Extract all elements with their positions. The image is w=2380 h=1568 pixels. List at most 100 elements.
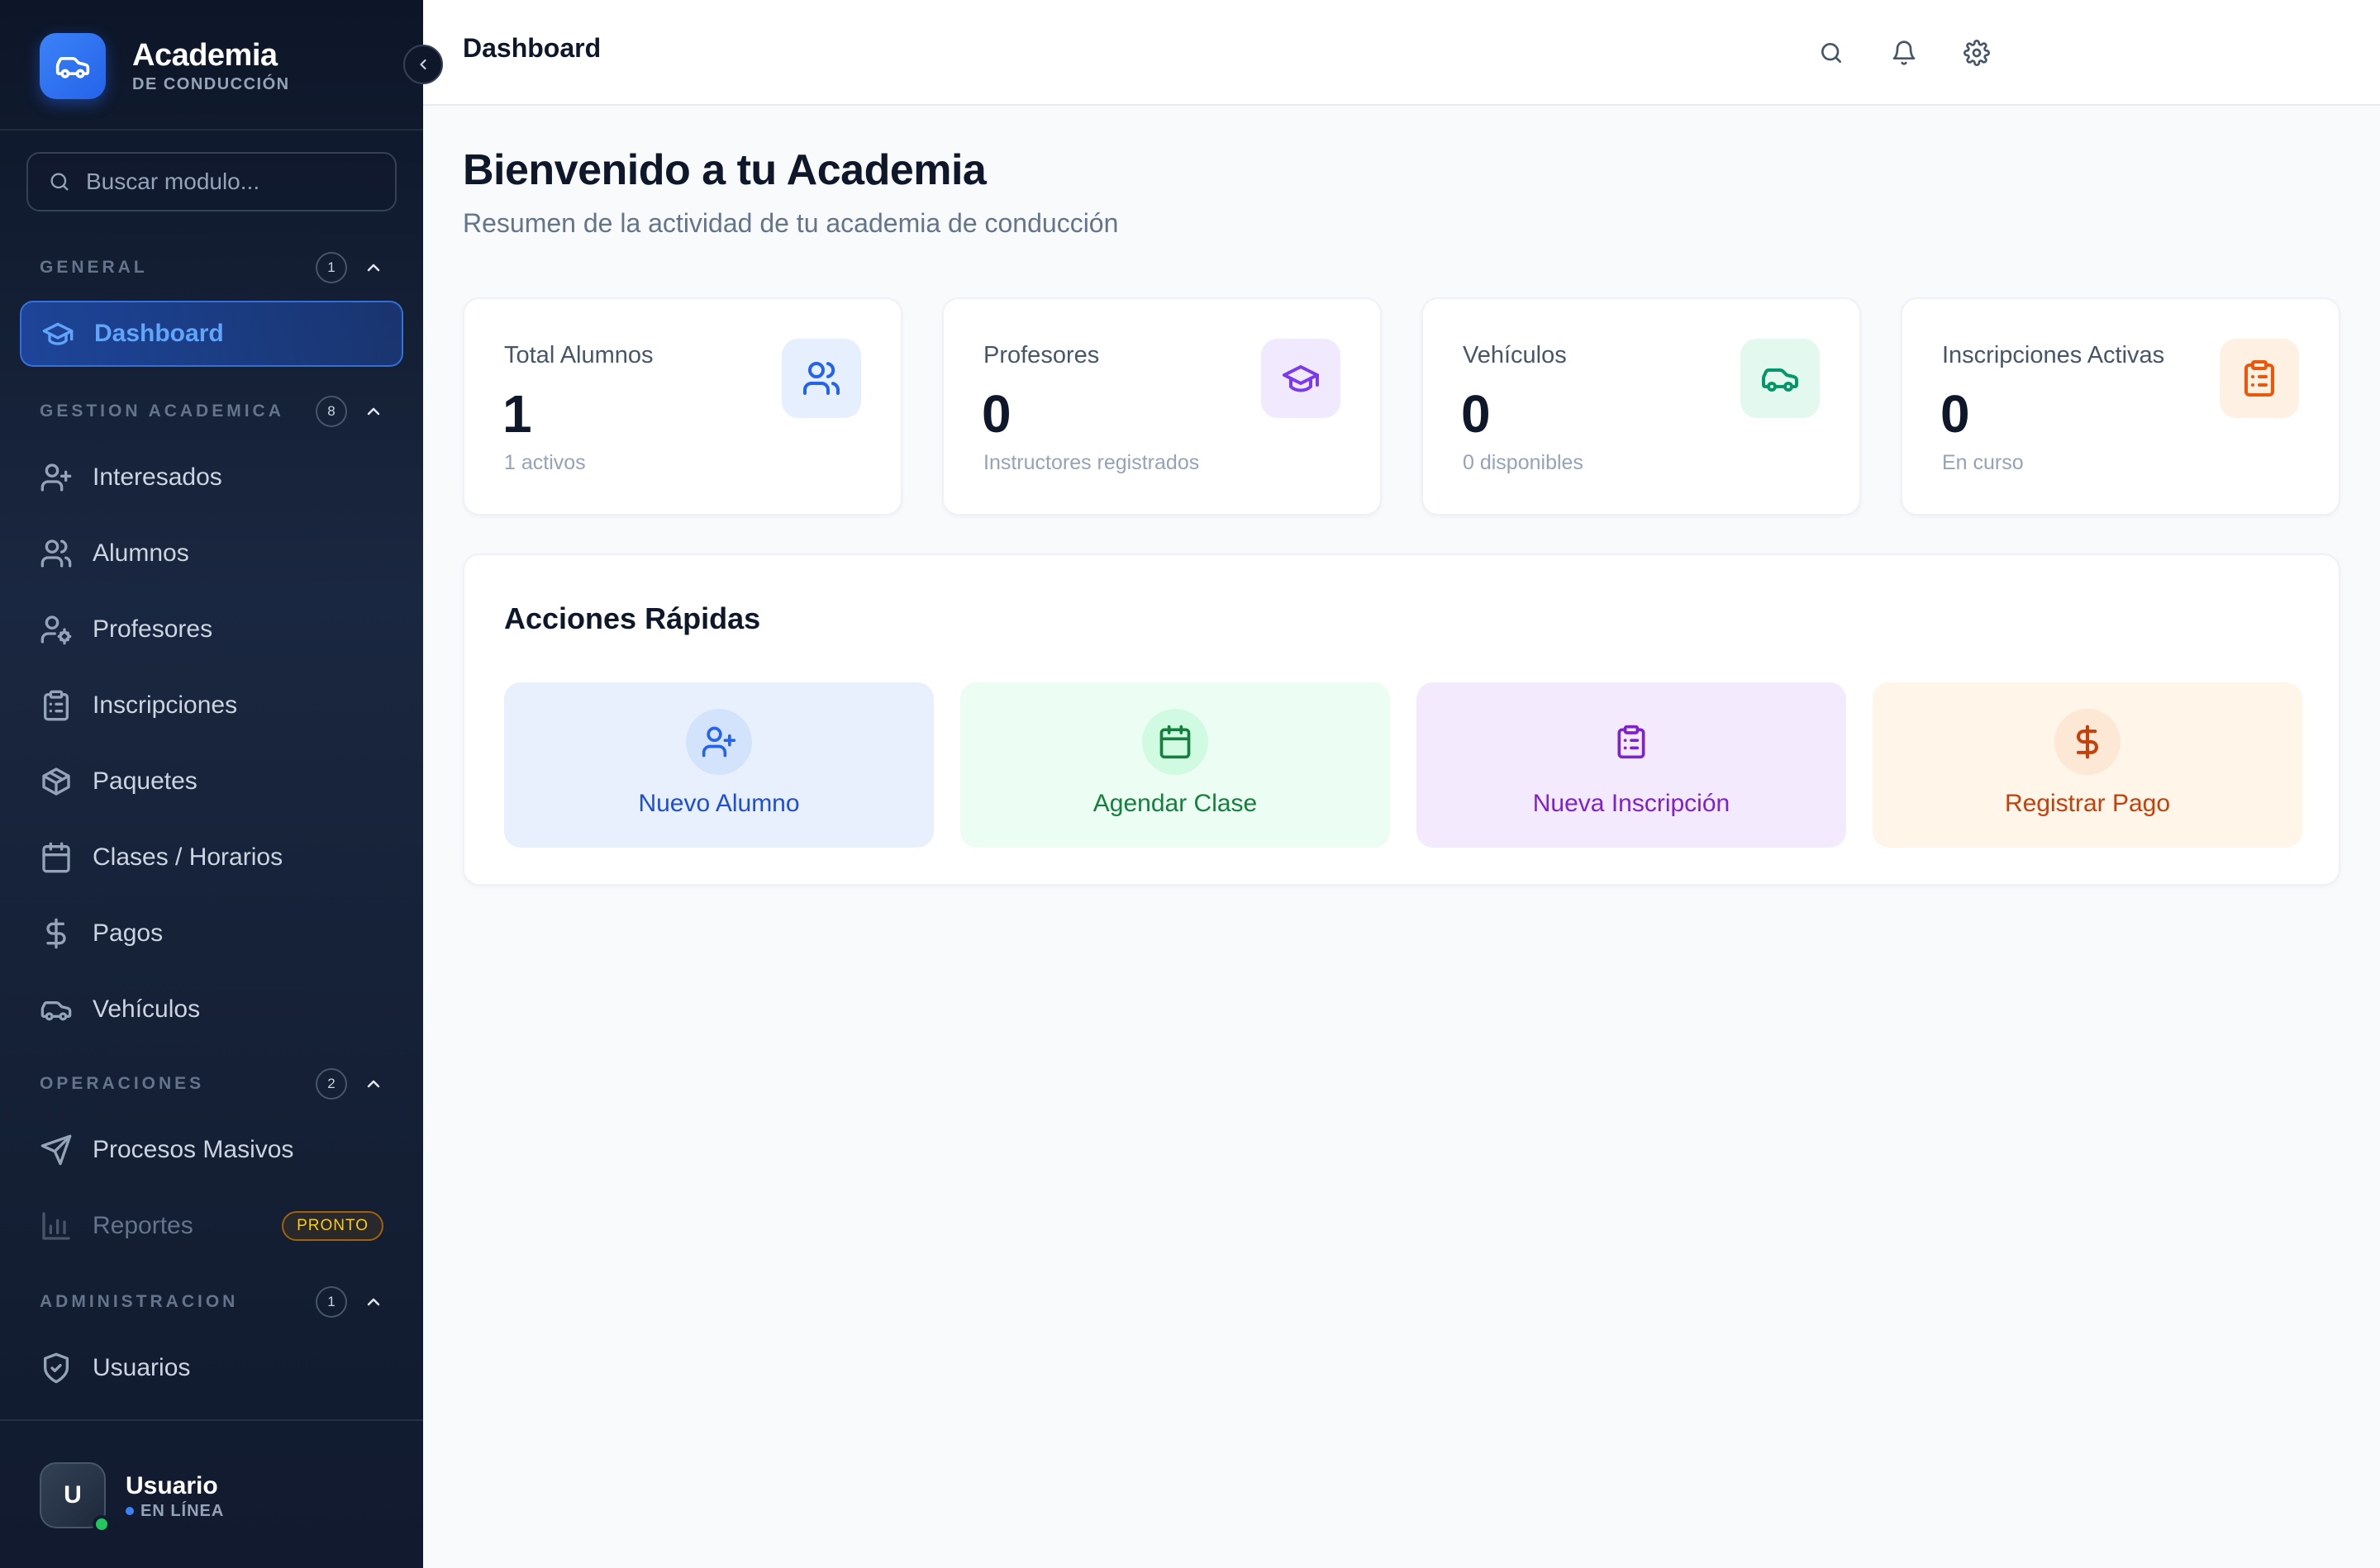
sidebar-item-label: Profesores: [93, 615, 213, 643]
section-count: 2: [316, 1068, 347, 1100]
sidebar-item-procesos-masivos[interactable]: Procesos Masivos: [20, 1117, 403, 1183]
chevron-up-icon[interactable]: [364, 258, 383, 278]
stat-card-vehiculos[interactable]: Vehículos 0 0 disponibles: [1421, 297, 1861, 516]
sidebar-item-dashboard[interactable]: Dashboard: [20, 301, 403, 367]
sidebar-item-label: Interesados: [93, 463, 222, 491]
sidebar-item-label: Pagos: [93, 919, 164, 947]
stat-note: Instructores registrados: [983, 451, 1200, 474]
sidebar-item-profesores[interactable]: Profesores: [20, 596, 403, 663]
bar-chart-icon: [42, 1212, 70, 1240]
stat-card-inscripciones[interactable]: Inscripciones Activas 0 En curso: [1901, 297, 2340, 516]
user-name: Usuario: [126, 1471, 218, 1499]
sidebar-item-label: Usuarios: [93, 1354, 191, 1381]
module-search[interactable]: [26, 152, 397, 211]
package-icon: [42, 767, 70, 796]
stat-card-alumnos[interactable]: Total Alumnos 1 1 activos: [463, 297, 902, 516]
send-icon: [40, 1134, 72, 1166]
avatar-initial: U: [64, 1481, 82, 1509]
chevron-up-icon[interactable]: [364, 1292, 383, 1312]
dollar-icon: [2054, 709, 2121, 775]
online-dot-icon: [126, 1507, 134, 1515]
section-count: 1: [316, 252, 347, 283]
user-plus-icon: [686, 709, 752, 775]
section-title: ADMINISTRACION: [40, 1292, 239, 1311]
quick-action-label: Nueva Inscripción: [1532, 790, 1730, 817]
calendar-icon: [42, 842, 70, 873]
quick-actions-title: Acciones Rápidas: [504, 601, 761, 635]
sidebar-item-label: Alumnos: [93, 539, 189, 567]
stat-card-profesores[interactable]: Profesores 0 Instructores registrados: [942, 297, 1382, 516]
welcome-subtitle: Resumen de la actividad de tu academia d…: [463, 208, 1119, 238]
sidebar-item-interesados[interactable]: Interesados: [20, 444, 403, 511]
sidebar-item-reportes: Reportes PRONTO: [20, 1193, 403, 1259]
section-gestion-academica[interactable]: GESTION ACADEMICA 8: [40, 395, 383, 428]
stat-label: Vehículos: [1463, 342, 1567, 368]
user-status: EN LÍNEA: [126, 1502, 224, 1521]
sidebar-item-vehiculos[interactable]: Vehículos: [20, 976, 403, 1043]
clipboard-list-icon: [44, 690, 69, 721]
chevron-up-icon[interactable]: [364, 1074, 383, 1094]
register-payment-button[interactable]: Registrar Pago: [1873, 682, 2302, 848]
search-icon: [1821, 43, 1841, 63]
stat-note: En curso: [1942, 451, 2024, 474]
section-title: GESTION ACADEMICA: [40, 402, 284, 421]
settings-button[interactable]: [1957, 33, 1997, 73]
search-input[interactable]: [86, 169, 383, 195]
car-logo-icon: [40, 33, 106, 99]
stat-value: 0: [1940, 384, 1970, 444]
sidebar-item-alumnos[interactable]: Alumnos: [20, 520, 403, 587]
section-count: 1: [316, 1286, 347, 1318]
stat-label: Inscripciones Activas: [1942, 342, 2165, 368]
quick-actions-panel: Acciones Rápidas Nuevo Alumno Agendar Cl…: [463, 554, 2340, 886]
sidebar-item-usuarios[interactable]: Usuarios: [20, 1335, 403, 1401]
bell-icon: [1892, 40, 1916, 65]
sidebar-item-label: Reportes: [93, 1212, 193, 1239]
clipboard-list-icon: [1598, 709, 1664, 775]
collapse-sidebar-button[interactable]: [403, 45, 443, 84]
section-title: OPERACIONES: [40, 1074, 205, 1093]
chevron-left-icon: [420, 59, 426, 70]
dollar-icon: [46, 918, 66, 949]
sidebar-item-label: Vehículos: [93, 995, 201, 1023]
sidebar-item-paquetes[interactable]: Paquetes: [20, 748, 403, 815]
users-icon: [782, 339, 861, 418]
search-icon: [50, 173, 69, 191]
stat-value: 0: [982, 384, 1011, 444]
section-operaciones[interactable]: OPERACIONES 2: [40, 1067, 383, 1100]
schedule-class-button[interactable]: Agendar Clase: [960, 682, 1390, 848]
calendar-icon: [1142, 709, 1208, 775]
divider: [0, 1419, 423, 1421]
stat-note: 0 disponibles: [1463, 451, 1583, 474]
sidebar-item-clases[interactable]: Clases / Horarios: [20, 824, 403, 891]
divider: [0, 129, 423, 131]
sidebar-item-label: Dashboard: [94, 320, 224, 347]
user-cog-icon: [40, 615, 72, 645]
section-general[interactable]: GENERAL 1: [40, 251, 383, 284]
brand-subtitle: DE CONDUCCIÓN: [132, 75, 290, 93]
stat-value: 1: [502, 384, 532, 444]
sidebar-item-label: Procesos Masivos: [93, 1136, 294, 1163]
search-button[interactable]: [1811, 33, 1851, 73]
stat-value: 0: [1461, 384, 1491, 444]
online-status-dot: [93, 1515, 111, 1533]
sidebar-item-pagos[interactable]: Pagos: [20, 900, 403, 967]
new-student-button[interactable]: Nuevo Alumno: [504, 682, 934, 848]
notifications-button[interactable]: [1884, 33, 1924, 73]
stat-label: Profesores: [983, 342, 1100, 368]
user-profile[interactable]: U Usuario EN LÍNEA: [40, 1462, 224, 1533]
top-bar: Dashboard: [423, 0, 2380, 106]
sidebar: Academia DE CONDUCCIÓN GENERAL 1 Dashboa…: [0, 0, 423, 1568]
section-count: 8: [316, 396, 347, 427]
sidebar-item-inscripciones[interactable]: Inscripciones: [20, 672, 403, 739]
graduation-cap-icon: [42, 322, 74, 345]
avatar: U: [40, 1462, 111, 1533]
section-administracion[interactable]: ADMINISTRACION 1: [40, 1285, 383, 1319]
brand[interactable]: Academia DE CONDUCCIÓN: [40, 33, 290, 99]
gear-icon: [1963, 40, 1990, 66]
sidebar-item-label: Inscripciones: [93, 691, 238, 719]
coming-soon-badge: PRONTO: [282, 1211, 383, 1241]
chevron-up-icon[interactable]: [364, 402, 383, 421]
stat-note: 1 activos: [504, 451, 586, 474]
welcome-title: Bienvenido a tu Academia: [463, 146, 987, 194]
new-enrollment-button[interactable]: Nueva Inscripción: [1416, 682, 1846, 848]
